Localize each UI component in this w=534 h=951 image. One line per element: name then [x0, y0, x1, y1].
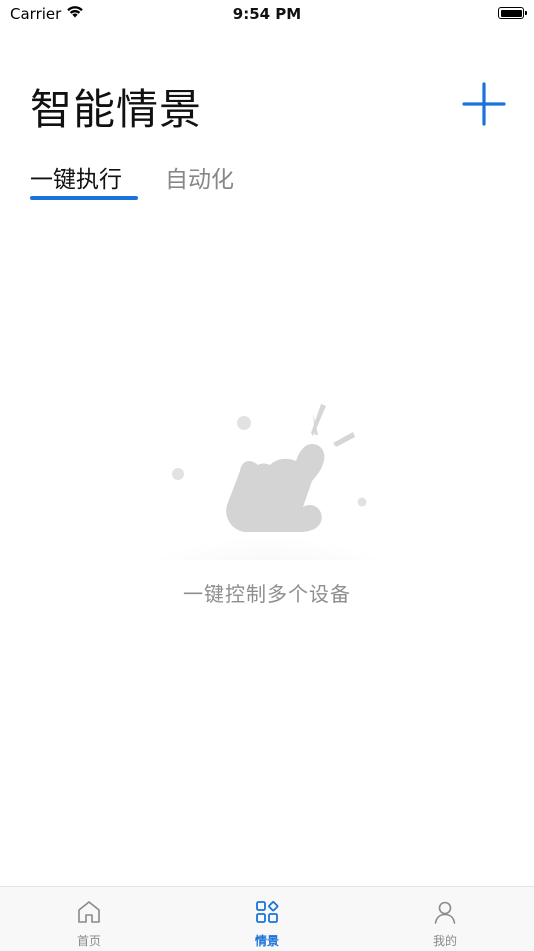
status-bar: Carrier 9:54 PM	[0, 0, 534, 28]
add-scene-button[interactable]	[462, 82, 506, 126]
nav-home[interactable]: 首页	[0, 887, 178, 951]
nav-home-label: 首页	[76, 934, 101, 948]
battery-icon	[498, 7, 527, 19]
nav-scenes-label: 情景	[254, 934, 279, 948]
scenes-icon	[256, 901, 279, 923]
clock: 9:54 PM	[232, 5, 302, 23]
page-title: 智能情景	[30, 85, 203, 134]
bottom-tab-bar: 首页 情景 我的	[0, 886, 534, 951]
home-icon	[78, 901, 100, 923]
nav-profile[interactable]: 我的	[356, 887, 534, 951]
user-icon	[434, 901, 456, 924]
tab-one-click[interactable]: 一键执行	[30, 160, 122, 194]
tap-hand-icon	[150, 404, 386, 560]
tab-automation[interactable]: 自动化	[165, 160, 234, 194]
plus-icon	[462, 82, 506, 126]
nav-scenes[interactable]: 情景	[178, 887, 356, 951]
active-tab-indicator	[30, 196, 138, 200]
nav-profile-label: 我的	[432, 934, 457, 948]
empty-state-message: 一键控制多个设备	[183, 582, 351, 606]
